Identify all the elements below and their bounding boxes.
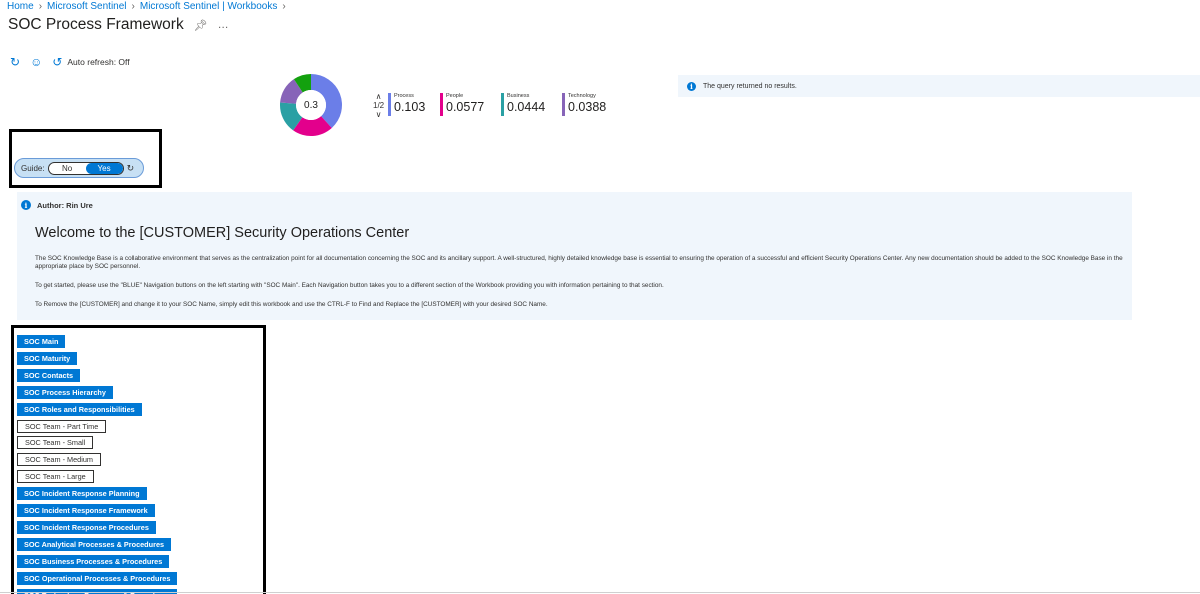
tile-label: Business: [507, 93, 530, 99]
auto-refresh-label: Auto refresh: Off: [67, 57, 130, 67]
guide-label: Guide:: [21, 163, 45, 173]
guide-option-yes[interactable]: Yes: [85, 162, 123, 174]
nav-button[interactable]: SOC Incident Response Procedures: [17, 520, 156, 534]
query-info-bar: i The query returned no results.: [678, 75, 1200, 97]
nav-button[interactable]: SOC Operational Processes & Procedures: [17, 571, 178, 585]
nav-button[interactable]: SOC Incident Response Framework: [17, 504, 155, 517]
info-message: The query returned no results.: [703, 82, 797, 90]
chevron-right-icon: ›: [38, 1, 43, 12]
tile-label: Process: [394, 93, 414, 99]
refresh-icon[interactable]: ↻: [10, 56, 20, 68]
info-icon: i: [21, 200, 31, 210]
chevron-right-icon: ›: [282, 1, 286, 12]
donut-chart: 0.3: [279, 73, 343, 137]
toolbar: ↻ ☺ ↺ Auto refresh: Off: [10, 56, 130, 68]
tile-business[interactable]: Business 0.0444: [501, 93, 545, 116]
tile-color-bar: [440, 93, 443, 116]
chevron-down-icon[interactable]: ∨: [376, 110, 382, 119]
breadcrumb-workbooks[interactable]: Microsoft Sentinel | Workbooks: [140, 1, 277, 12]
nav-button[interactable]: SOC Team - Large: [17, 470, 94, 484]
guide-highlight-box: Guide: No Yes ↻: [9, 129, 162, 188]
guide-parameter: Guide: No Yes ↻: [14, 158, 144, 178]
tile-value: 0.0388: [568, 100, 607, 114]
navigation-highlight-box: SOC Main SOC Maturity SOC Contacts SOC Proc…: [11, 325, 266, 594]
tile-people[interactable]: People 0.0577: [440, 93, 484, 116]
tile-color-bar: [501, 93, 504, 116]
nav-button[interactable]: SOC Roles and Responsibilities: [17, 402, 142, 416]
breadcrumb: Home › Microsoft Sentinel › Microsoft Se…: [7, 1, 286, 12]
tile-value: 0.0577: [446, 100, 485, 114]
chevron-up-icon[interactable]: ∧: [376, 92, 382, 101]
welcome-title: Welcome to the [CUSTOMER] Security Opera…: [35, 225, 410, 241]
nav-button[interactable]: SOC Process Hierarchy: [17, 385, 113, 399]
auto-refresh-button[interactable]: ↺ Auto refresh: Off: [52, 56, 129, 68]
nav-button[interactable]: SOC Team - Small: [17, 436, 94, 450]
nav-button[interactable]: SOC Team - Part Time: [17, 419, 107, 433]
chevron-right-icon: ›: [131, 1, 135, 12]
tile-color-bar: [562, 93, 565, 116]
nav-button[interactable]: SOC Team - Medium: [17, 453, 101, 467]
guide-toggle: No Yes: [47, 161, 124, 175]
page-title: SOC Process Framework: [8, 16, 184, 33]
breadcrumb-sentinel[interactable]: Microsoft Sentinel: [47, 1, 126, 12]
nav-button[interactable]: SOC Maturity: [17, 351, 78, 365]
tile-label: Technology: [568, 93, 596, 99]
author-row: i Author: Rin Ure: [21, 200, 93, 210]
donut-center-value: 0.3: [304, 100, 318, 111]
tile-value: 0.103: [394, 100, 426, 114]
tiles-pager: ∧ 1/2 ∨: [373, 92, 384, 119]
nav-button[interactable]: SOC Contacts: [17, 368, 81, 382]
info-icon: i: [687, 81, 696, 91]
guide-option-no[interactable]: No: [49, 163, 86, 174]
title-row: SOC Process Framework 📌︎ …: [8, 16, 229, 34]
welcome-panel: Welcome to the [CUSTOMER] Security Opera…: [17, 192, 1132, 320]
donut-svg: 0.3: [280, 74, 342, 136]
nav-button[interactable]: SOC Incident Response Planning: [17, 487, 147, 501]
tile-process[interactable]: Process 0.103: [388, 93, 425, 116]
welcome-paragraph: To get started, please use the "BLUE" Na…: [35, 282, 664, 289]
nav-button[interactable]: SOC Main: [17, 335, 66, 348]
tile-color-bar: [388, 93, 391, 116]
reset-icon[interactable]: ↻: [127, 163, 135, 174]
tiles-page-indicator: 1/2: [373, 101, 385, 110]
bottom-divider: [0, 592, 1200, 593]
author-label: Author: Rin Ure: [37, 200, 93, 210]
nav-button[interactable]: SOC Analytical Processes & Procedures: [17, 537, 172, 551]
feedback-smiley-icon[interactable]: ☺: [30, 56, 42, 68]
history-icon: ↺: [52, 55, 63, 69]
tile-value: 0.0444: [507, 100, 546, 114]
tile-label: People: [446, 93, 464, 99]
welcome-paragraph: To Remove the [CUSTOMER] and change it t…: [35, 301, 548, 308]
breadcrumb-home[interactable]: Home: [7, 1, 34, 12]
nav-button[interactable]: SOC Business Processes & Procedures: [17, 554, 170, 568]
tile-technology[interactable]: Technology 0.0388: [562, 93, 606, 116]
welcome-paragraph: The SOC Knowledge Base is a collaborativ…: [35, 255, 1123, 270]
pin-icon[interactable]: 📌︎: [194, 19, 208, 32]
more-options-icon[interactable]: …: [218, 19, 229, 31]
